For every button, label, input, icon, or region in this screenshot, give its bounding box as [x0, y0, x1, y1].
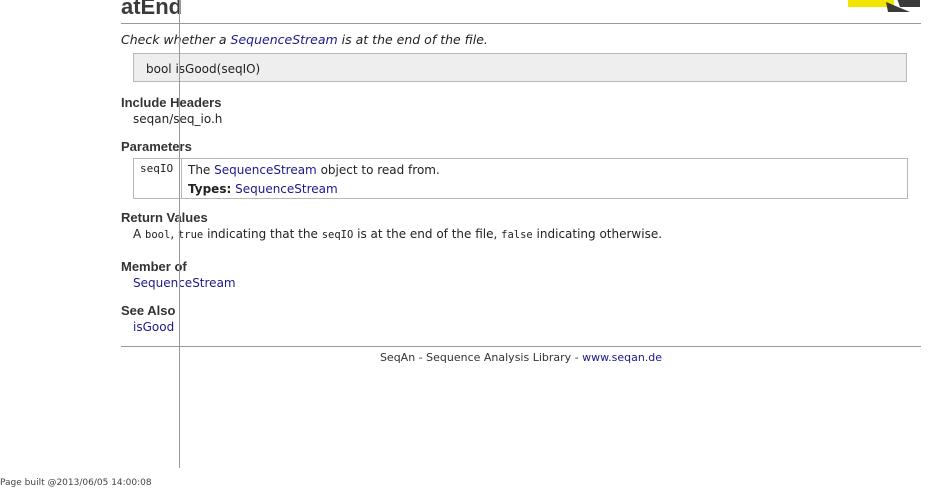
member-of-heading: Member of [121, 259, 187, 274]
return-code-true: true [177, 229, 204, 241]
footer-divider [121, 346, 921, 347]
return-code-seqio: seqIO [321, 229, 354, 241]
summary-text-end: is at the end of the file. [337, 32, 488, 47]
param-types-link[interactable]: SequenceStream [235, 182, 338, 196]
param-name: seqIO [140, 162, 174, 175]
return-text-5: indicating otherwise. [532, 227, 663, 241]
footer: SeqAn - Sequence Analysis Library - www.… [121, 351, 921, 364]
footer-website-link[interactable]: www.seqan.de [582, 351, 662, 364]
include-header-item: seqan/seq_io.h [133, 112, 223, 126]
param-desc-text: The [188, 163, 215, 177]
return-text-1: A [133, 227, 146, 241]
param-sequencestream-link[interactable]: SequenceStream [214, 163, 317, 177]
return-code-false: false [501, 229, 533, 241]
function-signature-box: bool isGood(seqIO) [133, 53, 907, 82]
param-types-label: Types: [188, 182, 232, 196]
seqan-logo-icon[interactable] [848, 0, 920, 12]
title-divider [121, 23, 921, 24]
footer-text: SeqAn - Sequence Analysis Library - [379, 351, 583, 364]
function-signature: bool isGood(seqIO) [146, 62, 261, 76]
parameters-heading: Parameters [121, 139, 192, 154]
param-types-line: Types: SequenceStream [188, 180, 440, 199]
page-build-info: Page built @2013/06/05 14:00:08 [0, 478, 152, 488]
param-desc-text-end: object to read from. [316, 163, 440, 177]
return-values-heading: Return Values [121, 210, 208, 225]
summary-text: Check whether a [121, 32, 231, 47]
return-text-2: , [170, 227, 178, 241]
function-summary: Check whether a SequenceStream is at the… [121, 32, 488, 47]
return-text-4: is at the end of the file, [353, 227, 502, 241]
return-values-text: A bool, true indicating that the seqIO i… [133, 227, 662, 241]
param-description: The SequenceStream object to read from. … [188, 161, 440, 199]
member-of-link[interactable]: SequenceStream [133, 276, 236, 290]
see-also-link[interactable]: isGood [133, 320, 174, 334]
return-code-bool: bool [145, 229, 171, 241]
include-headers-heading: Include Headers [121, 95, 222, 110]
param-name-cell: seqIO [134, 159, 182, 198]
summary-sequencestream-link[interactable]: SequenceStream [231, 32, 338, 47]
parameters-table: seqIO The SequenceStream object to read … [133, 158, 908, 199]
page-title: atEnd [121, 0, 183, 19]
return-text-3: indicating that the [203, 227, 322, 241]
see-also-heading: See Also [121, 303, 176, 318]
param-description-line: The SequenceStream object to read from. [188, 161, 440, 180]
vertical-guide-line [179, 0, 180, 468]
